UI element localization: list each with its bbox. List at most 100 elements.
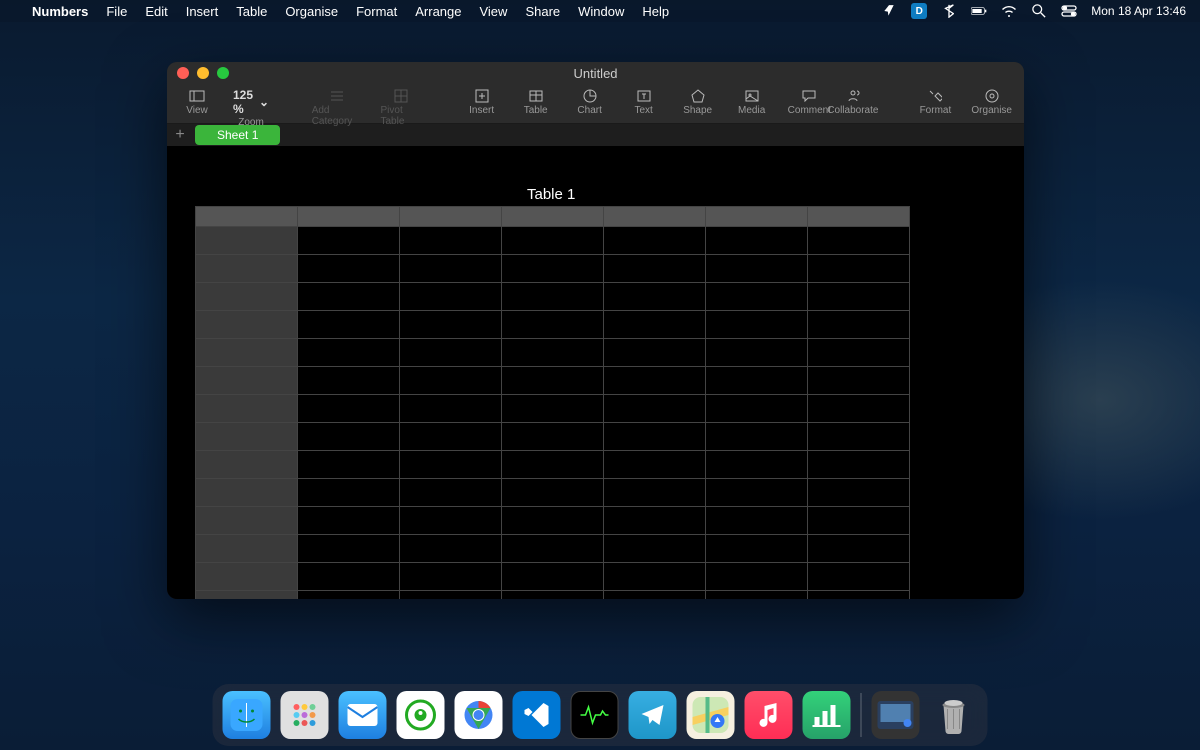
control-center-icon[interactable] [1061,3,1077,19]
menu-insert[interactable]: Insert [186,4,219,19]
dock-maps[interactable] [687,691,735,739]
cell[interactable] [502,451,604,479]
dock-chrome[interactable] [455,691,503,739]
dock-numbers[interactable] [803,691,851,739]
cell[interactable] [400,255,502,283]
dock-mail[interactable] [339,691,387,739]
row-header[interactable] [196,367,298,395]
column-header[interactable] [808,207,910,227]
battery-icon[interactable] [971,3,987,19]
cell[interactable] [604,591,706,600]
cell[interactable] [706,451,808,479]
dock-trash[interactable] [930,691,978,739]
comment-button[interactable]: Comment [788,88,831,116]
menu-format[interactable]: Format [356,4,397,19]
row-header[interactable] [196,563,298,591]
cell[interactable] [604,395,706,423]
insert-button[interactable]: Insert [464,88,500,116]
cell[interactable] [502,255,604,283]
canvas[interactable]: Table 1 [167,146,1024,599]
cell[interactable] [808,339,910,367]
cell[interactable] [400,451,502,479]
row-header[interactable] [196,395,298,423]
cell[interactable] [298,283,400,311]
cell[interactable] [502,395,604,423]
cell[interactable] [604,367,706,395]
column-header[interactable] [706,207,808,227]
cell[interactable] [298,339,400,367]
shape-button[interactable]: Shape [680,88,716,116]
cell[interactable] [298,227,400,255]
app-menu[interactable]: Numbers [32,4,88,19]
cell[interactable] [502,479,604,507]
cell[interactable] [706,479,808,507]
cell[interactable] [400,591,502,600]
spreadsheet-table[interactable] [195,206,910,599]
dock-keychain[interactable] [397,691,445,739]
collaborate-button[interactable]: Collaborate [831,88,875,116]
row-header[interactable] [196,339,298,367]
add-sheet-button[interactable]: + [167,124,193,146]
cell[interactable] [604,563,706,591]
cell[interactable] [604,507,706,535]
row-header[interactable] [196,451,298,479]
cell[interactable] [298,395,400,423]
cell[interactable] [706,591,808,600]
fullscreen-button[interactable] [217,67,229,79]
close-button[interactable] [177,67,189,79]
menu-edit[interactable]: Edit [145,4,167,19]
cell[interactable] [706,255,808,283]
cell[interactable] [400,479,502,507]
cell[interactable] [298,479,400,507]
cell[interactable] [604,283,706,311]
cell[interactable] [706,339,808,367]
wifi-icon[interactable] [1001,3,1017,19]
cell[interactable] [502,283,604,311]
row-header[interactable] [196,535,298,563]
cell[interactable] [604,479,706,507]
cell[interactable] [808,591,910,600]
organise-button[interactable]: Organise [971,88,1012,116]
cell[interactable] [604,227,706,255]
deepl-icon[interactable]: D [911,3,927,19]
cell[interactable] [400,227,502,255]
cell[interactable] [502,339,604,367]
cell[interactable] [604,423,706,451]
cell[interactable] [298,535,400,563]
cell[interactable] [502,563,604,591]
cell[interactable] [808,423,910,451]
cell[interactable] [604,311,706,339]
cell[interactable] [502,367,604,395]
cell[interactable] [808,395,910,423]
menu-file[interactable]: File [106,4,127,19]
cell[interactable] [808,563,910,591]
cell[interactable] [400,423,502,451]
column-header[interactable] [502,207,604,227]
cell[interactable] [400,339,502,367]
menubar-clock[interactable]: Mon 18 Apr 13:46 [1091,4,1186,18]
table-title[interactable]: Table 1 [527,186,575,203]
cell[interactable] [604,451,706,479]
menu-window[interactable]: Window [578,4,624,19]
cell[interactable] [808,479,910,507]
cell[interactable] [706,535,808,563]
cell[interactable] [502,535,604,563]
cell[interactable] [502,507,604,535]
menu-share[interactable]: Share [525,4,560,19]
cell[interactable] [298,507,400,535]
sheet-tab[interactable]: Sheet 1 [195,125,280,145]
cell[interactable] [808,367,910,395]
row-header[interactable] [196,311,298,339]
zoom-control[interactable]: 125 %⌄ Zoom [233,88,269,128]
dock-telegram[interactable] [629,691,677,739]
location-icon[interactable] [881,3,897,19]
cell[interactable] [808,451,910,479]
cell[interactable] [706,507,808,535]
row-header[interactable] [196,423,298,451]
column-header[interactable] [298,207,400,227]
cell[interactable] [400,367,502,395]
cell[interactable] [604,535,706,563]
media-button[interactable]: Media [734,88,770,116]
cell[interactable] [400,283,502,311]
cell[interactable] [298,451,400,479]
